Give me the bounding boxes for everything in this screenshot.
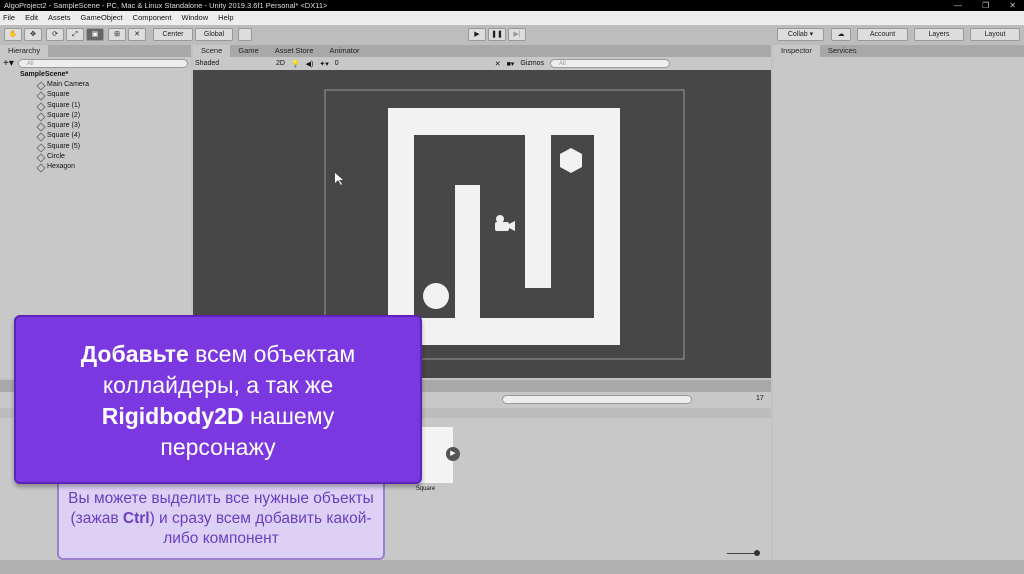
close-button[interactable]: ✕ (1009, 0, 1016, 11)
window-title: AlgoProject2 - SampleScene - PC, Mac & L… (0, 0, 1024, 11)
menu-help[interactable]: Help (218, 11, 233, 25)
tree-item[interactable]: Main Camera (0, 80, 191, 90)
tab-hierarchy[interactable]: Hierarchy (0, 45, 49, 57)
minimize-button[interactable]: — (954, 0, 962, 11)
maze-wall-left (455, 185, 480, 318)
tree-item[interactable]: Square (1) (0, 101, 191, 111)
tree-item[interactable]: Square (5) (0, 142, 191, 152)
instruction-bold: Добавьте (80, 341, 189, 367)
menu-edit[interactable]: Edit (25, 11, 38, 25)
status-bar (0, 560, 1024, 574)
scene-root[interactable]: SampleScene* (0, 69, 191, 80)
menu-component[interactable]: Component (133, 11, 172, 25)
cloud-icon[interactable]: ☁ (831, 28, 851, 41)
tree-item[interactable]: Square (3) (0, 121, 191, 131)
project-search[interactable] (502, 395, 692, 404)
circle-player[interactable] (423, 283, 449, 309)
scale-tool-icon[interactable]: ⤢ (66, 28, 84, 41)
layers-dropdown[interactable]: Layers (914, 28, 964, 41)
tree-item[interactable]: Square (4) (0, 131, 191, 141)
hand-tool-icon[interactable]: ✋ (4, 28, 22, 41)
tree-item[interactable]: Hexagon (0, 162, 191, 172)
layout-dropdown[interactable]: Layout (970, 28, 1020, 41)
move-tool-icon[interactable]: ✥ (24, 28, 42, 41)
tab-services[interactable]: Services (820, 45, 865, 57)
menu-window[interactable]: Window (181, 11, 208, 25)
asset-count: 17 (756, 395, 764, 402)
tree-item[interactable]: Square (2) (0, 111, 191, 121)
account-dropdown[interactable]: Account (857, 28, 908, 41)
hierarchy-search[interactable]: All (17, 58, 188, 68)
rect-tool-icon[interactable]: ▣ (86, 28, 104, 41)
custom-tool-icon[interactable]: ✕ (128, 28, 146, 41)
hint-callout: Вы можете выделить все нужные объекты (з… (57, 474, 385, 560)
zoom-slider[interactable] (727, 553, 757, 554)
tab-inspector[interactable]: Inspector (773, 45, 820, 57)
instruction-callout: Добавьте всем объектам коллайдеры, а так… (14, 315, 422, 484)
audio-icon[interactable]: ◀) (306, 60, 314, 68)
window-controls: — ❐ ✕ (954, 0, 1016, 11)
hexagon[interactable] (560, 148, 582, 173)
maximize-button[interactable]: ❐ (982, 0, 989, 11)
instruction-text: нашему (243, 403, 335, 429)
collab-button[interactable]: Collab ▾ (777, 28, 824, 41)
pause-button[interactable]: ❚❚ (488, 28, 506, 41)
snap-icon[interactable] (238, 28, 252, 41)
add-icon[interactable]: +▾ (3, 58, 14, 69)
inspector-panel: Inspector Services (773, 45, 1024, 560)
tools-icon[interactable]: ✕ (495, 60, 501, 68)
scene-header: Scene Game Asset Store Animator Shaded 2… (193, 45, 771, 70)
tree-item[interactable]: Circle (0, 152, 191, 162)
maze-wall-right (525, 135, 551, 288)
shading-dropdown[interactable]: Shaded (195, 60, 270, 67)
rotate-tool-icon[interactable]: ⟳ (46, 28, 64, 41)
hierarchy-tree: Main Camera Square Square (1) Square (2)… (0, 80, 191, 173)
pivot-global-button[interactable]: Global (195, 28, 233, 41)
menu-assets[interactable]: Assets (48, 11, 71, 25)
instruction-bold: Rigidbody2D (101, 403, 244, 429)
menu-file[interactable]: File (3, 11, 15, 25)
effects-icon[interactable]: ✦▾ (319, 60, 328, 68)
tab-scene[interactable]: Scene (193, 45, 231, 57)
instruction-text: всем объектам (188, 341, 356, 367)
hint-key: Ctrl (122, 510, 150, 527)
menu-bar: File Edit Assets GameObject Component Wi… (0, 11, 1024, 25)
camera-icon[interactable]: ■▾ (507, 60, 515, 68)
2d-toggle[interactable]: 2D (276, 60, 285, 67)
pivot-center-button[interactable]: Center (153, 28, 193, 41)
gizmos-dropdown[interactable]: Gizmos (520, 60, 544, 67)
tab-asset-store[interactable]: Asset Store (267, 45, 322, 57)
zoom-slider-handle[interactable] (754, 550, 760, 556)
step-button[interactable]: ▶| (508, 28, 526, 41)
expand-asset-icon[interactable]: ▶ (446, 447, 460, 461)
menu-gameobject[interactable]: GameObject (81, 11, 123, 25)
transform-tool-icon[interactable]: ⊞ (108, 28, 126, 41)
hidden-objects-count[interactable]: 0 (335, 60, 339, 67)
tab-game[interactable]: Game (230, 45, 266, 57)
tree-item[interactable]: Square (0, 90, 191, 100)
hint-text-end: ) и сразу всем добавить какой-либо компо… (149, 510, 372, 547)
asset-label: Square (415, 486, 436, 492)
main-toolbar: ✋ ✥ ⟳ ⤢ ▣ ⊞ ✕ Center Global ▶ ❚❚ ▶| Coll… (0, 25, 1024, 45)
scene-search[interactable]: All (550, 59, 671, 68)
tab-animator[interactable]: Animator (322, 45, 368, 57)
play-button[interactable]: ▶ (468, 28, 486, 41)
instruction-text: коллайдеры, а так же (102, 372, 334, 398)
mouse-cursor-icon (335, 173, 343, 185)
instruction-text: персонажу (160, 434, 276, 460)
lighting-icon[interactable]: 💡 (291, 60, 300, 68)
camera-gizmo-icon (495, 215, 515, 231)
